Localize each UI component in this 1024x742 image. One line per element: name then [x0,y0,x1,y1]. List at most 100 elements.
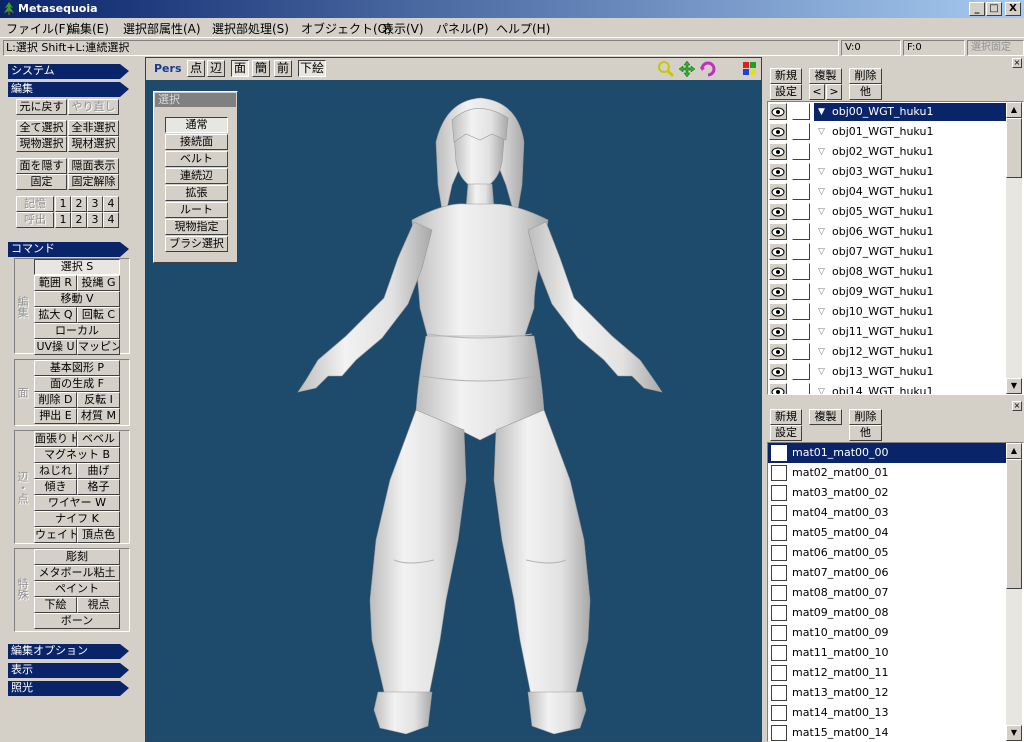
select-brush-option[interactable]: ブラシ選択 [165,236,228,252]
toggle-faces[interactable]: 面 [231,60,249,77]
object-row[interactable]: ▽ obj06_WGT_huku1 [768,222,1006,242]
visibility-eye-icon[interactable] [769,203,787,220]
expand-triangle-icon[interactable]: ▽ [818,287,825,297]
object-list-scrollbar[interactable]: ▲ ▼ [1006,102,1022,394]
object-row[interactable]: ▽ obj05_WGT_huku1 [768,202,1006,222]
object-row[interactable]: ▽ obj01_WGT_huku1 [768,122,1006,142]
3d-model-figure[interactable] [146,80,761,741]
memory-slot-4[interactable]: 4 [103,196,119,212]
close-button[interactable]: X [1005,2,1021,16]
menu-select-attributes[interactable]: 選択部属性(A) [123,20,201,37]
scroll-up-arrow-icon[interactable]: ▲ [1006,443,1022,459]
expand-triangle-icon[interactable]: ▽ [818,367,825,377]
local-command-button[interactable]: ローカル [34,323,120,339]
lock-toggle[interactable] [792,343,810,360]
object-row[interactable]: ▽ obj03_WGT_huku1 [768,162,1006,182]
move-command-button[interactable]: 移動 V [34,291,120,307]
material-swatch[interactable] [771,445,787,461]
material-swatch[interactable] [771,505,787,521]
visibility-eye-icon[interactable] [769,123,787,140]
scroll-thumb[interactable] [1006,118,1022,178]
magnet-command-button[interactable]: マグネット B [34,447,120,463]
material-row[interactable]: mat01_mat00_00 [768,443,1006,463]
uv-command-button[interactable]: UV操 U [34,339,77,355]
extrude-command-button[interactable]: 押出 E [34,408,77,424]
memory-slot-2[interactable]: 2 [71,196,87,212]
material-row[interactable]: mat08_mat00_07 [768,583,1006,603]
expand-triangle-icon[interactable]: ▽ [818,167,825,177]
object-row[interactable]: ▽ obj07_WGT_huku1 [768,242,1006,262]
bone-command-button[interactable]: ボーン [34,613,120,629]
unfix-button[interactable]: 固定解除 [68,174,119,190]
fix-selection-button[interactable]: 選択固定 [967,40,1024,56]
viewpoint-command-button[interactable]: 視点 [77,597,120,613]
menu-file[interactable]: ファイル(F) [6,20,70,37]
material-swatch[interactable] [771,725,787,741]
visibility-eye-icon[interactable] [769,343,787,360]
mapping-command-button[interactable]: マッピング [77,339,120,355]
select-route-option[interactable]: ルート [165,202,228,218]
material-row[interactable]: mat11_mat00_10 [768,643,1006,663]
wire-command-button[interactable]: ワイヤー W [34,495,120,511]
pan-icon[interactable] [678,60,696,78]
select-expand-option[interactable]: 拡張 [165,185,228,201]
expand-triangle-icon[interactable]: ▽ [818,147,825,157]
material-list[interactable]: mat01_mat00_00 mat02_mat00_01 mat03_mat00_… [767,442,1024,742]
material-swatch[interactable] [771,465,787,481]
recall-button[interactable]: 呼出 [16,212,54,228]
lock-toggle[interactable] [792,263,810,280]
lock-toggle[interactable] [792,303,810,320]
object-row[interactable]: ▼ obj00_WGT_huku1 [768,102,1006,122]
visibility-eye-icon[interactable] [769,263,787,280]
expand-triangle-icon[interactable]: ▽ [818,187,825,197]
invert-command-button[interactable]: 反転 I [77,392,120,408]
primitive-command-button[interactable]: 基本図形 P [34,360,120,376]
object-settings-button[interactable]: 設定 [770,84,802,100]
material-row[interactable]: mat09_mat00_08 [768,603,1006,623]
material-swatch[interactable] [771,645,787,661]
visibility-eye-icon[interactable] [769,283,787,300]
carve-command-button[interactable]: 彫刻 [34,549,120,565]
rotate-command-button[interactable]: 回転 C [77,307,120,323]
material-row[interactable]: mat04_mat00_03 [768,503,1006,523]
scale-command-button[interactable]: 拡大 Q [34,307,77,323]
delete-command-button[interactable]: 削除 D [34,392,77,408]
material-swatch[interactable] [771,705,787,721]
hide-faces-button[interactable]: 面を隠す [16,158,67,174]
menu-view[interactable]: 表示(V) [382,20,424,37]
toggle-underlay[interactable]: 下絵 [298,60,326,77]
select-current-material-button[interactable]: 現材選択 [68,136,119,152]
visibility-eye-icon[interactable] [769,143,787,160]
scroll-thumb[interactable] [1006,459,1022,589]
material-list-scrollbar[interactable]: ▲ ▼ [1006,443,1022,741]
metaball-command-button[interactable]: メタボール粘土 [34,565,120,581]
visibility-eye-icon[interactable] [769,323,787,340]
lock-toggle[interactable] [792,123,810,140]
material-swatch[interactable] [771,625,787,641]
material-swatch[interactable] [771,485,787,501]
expand-triangle-icon[interactable]: ▽ [818,267,825,277]
visibility-eye-icon[interactable] [769,243,787,260]
fix-button[interactable]: 固定 [16,174,67,190]
menu-object[interactable]: オブジェクト(O) [301,20,392,37]
material-row[interactable]: mat15_mat00_14 [768,723,1006,741]
object-list[interactable]: ▼ obj00_WGT_huku1 ▽ obj01_WGT_huku1 ▽ obj02_W… [767,101,1024,395]
weight-command-button[interactable]: ウェイト [34,527,77,543]
lock-toggle[interactable] [792,103,810,120]
undo-button[interactable]: 元に戻す [16,99,67,115]
select-belt-option[interactable]: ベルト [165,151,228,167]
select-command-button[interactable]: 選択 S [34,259,120,275]
lattice-command-button[interactable]: 格子 [77,479,120,495]
memory-button[interactable]: 記憶 [16,196,54,212]
material-swatch[interactable] [771,585,787,601]
expand-triangle-icon[interactable]: ▽ [818,387,825,394]
object-copy-button[interactable]: 複製 [809,68,842,84]
lock-toggle[interactable] [792,323,810,340]
expand-triangle-icon[interactable]: ▽ [818,227,825,237]
lock-toggle[interactable] [792,163,810,180]
color-display-icon[interactable] [743,62,756,75]
scroll-up-arrow-icon[interactable]: ▲ [1006,102,1022,118]
object-row[interactable]: ▽ obj10_WGT_huku1 [768,302,1006,322]
material-row[interactable]: mat14_mat00_13 [768,703,1006,723]
lock-toggle[interactable] [792,203,810,220]
